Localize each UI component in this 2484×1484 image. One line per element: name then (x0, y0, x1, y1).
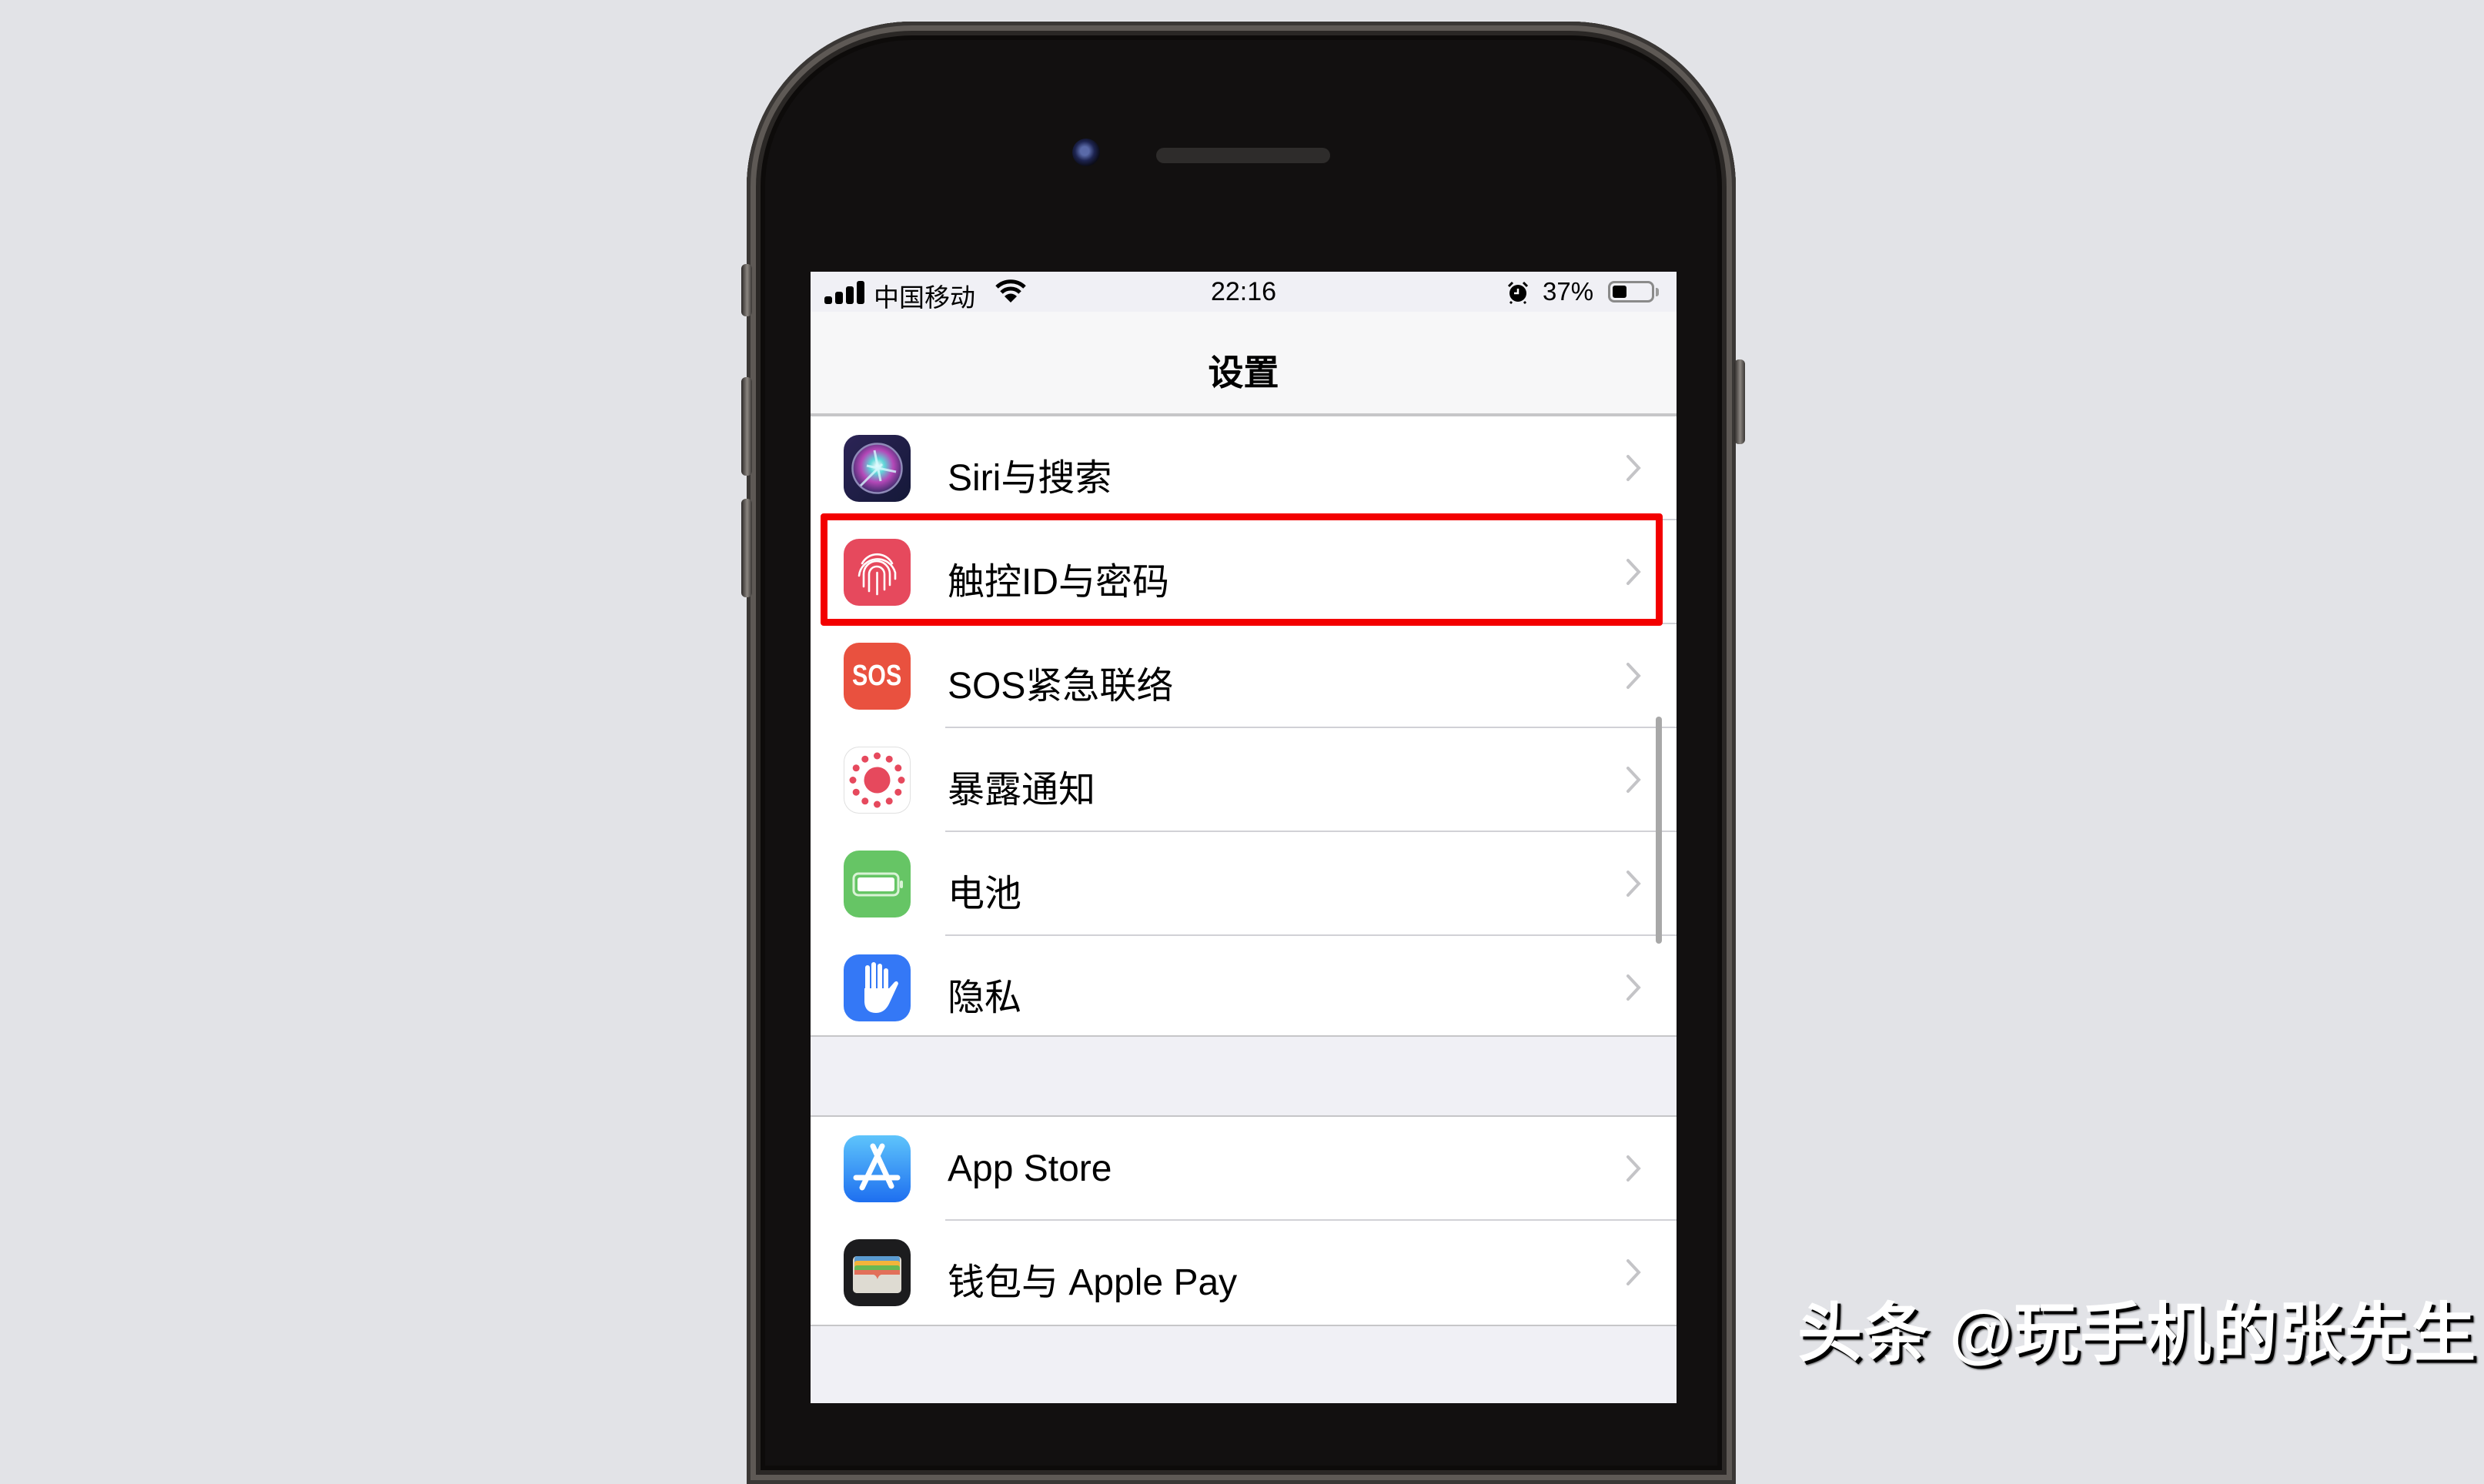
settings-row-sos[interactable]: SOS SOS紧急联络 (811, 624, 1677, 728)
screen: 中国移动 22:16 37% 设置 Siri与搜索 触控ID与密码 SOS SO… (811, 272, 1677, 1403)
settings-group-2: App Store 钱包与 Apple Pay (811, 1115, 1677, 1326)
row-label: Siri与搜索 (948, 458, 1112, 499)
settings-row-privacy[interactable]: 隐私 (811, 936, 1677, 1035)
front-camera (1072, 139, 1100, 166)
battery-icon (1608, 281, 1654, 302)
status-bar: 中国移动 22:16 37% (811, 272, 1677, 312)
battery-percentage: 37% (1543, 277, 1594, 306)
power-button (1734, 359, 1745, 444)
alarm-icon (1507, 281, 1529, 304)
battery-tip (1656, 288, 1659, 296)
settings-row-exposure[interactable]: 暴露通知 (811, 728, 1677, 832)
scroll-indicator[interactable] (1656, 717, 1662, 944)
battery-settings-icon (844, 851, 911, 917)
row-label: SOS紧急联络 (948, 666, 1174, 707)
chevron-right-icon (1626, 1259, 1641, 1285)
exposure-notification-icon (844, 747, 911, 814)
chevron-right-icon (1626, 1155, 1641, 1182)
settings-row-battery[interactable]: 电池 (811, 832, 1677, 936)
row-label: 隐私 (948, 978, 1022, 1018)
wallet-icon (844, 1239, 911, 1306)
app-store-icon (844, 1135, 911, 1202)
row-label: 暴露通知 (948, 770, 1096, 811)
chevron-right-icon (1626, 767, 1641, 793)
settings-row-wallet[interactable]: 钱包与 Apple Pay (811, 1221, 1677, 1325)
siri-icon (844, 435, 911, 502)
volume-down-button (741, 499, 752, 597)
earpiece-speaker (1156, 148, 1330, 163)
chevron-right-icon (1626, 974, 1641, 1001)
volume-up-button (741, 377, 752, 476)
settings-row-app-store[interactable]: App Store (811, 1117, 1677, 1221)
highlight-box-touch-id (821, 513, 1663, 626)
row-label: 电池 (948, 874, 1022, 914)
chevron-right-icon (1626, 663, 1641, 689)
settings-row-siri[interactable]: Siri与搜索 (811, 416, 1677, 520)
row-label: App Store (948, 1148, 1112, 1189)
settings-group-1: Siri与搜索 触控ID与密码 SOS SOS紧急联络 暴露通知 电池 隐私 (811, 415, 1677, 1037)
row-label: 钱包与 Apple Pay (948, 1262, 1238, 1303)
chevron-right-icon (1626, 455, 1641, 481)
watermark: 头条 @玩手机的张先生 (1797, 1297, 2478, 1369)
sos-icon-text: SOS (852, 660, 902, 692)
page-title: 设置 (1208, 353, 1279, 393)
privacy-hand-icon (844, 954, 911, 1021)
sos-icon: SOS (844, 643, 911, 710)
mute-switch (741, 264, 752, 316)
navigation-bar: 设置 (811, 312, 1677, 415)
chevron-right-icon (1626, 871, 1641, 897)
